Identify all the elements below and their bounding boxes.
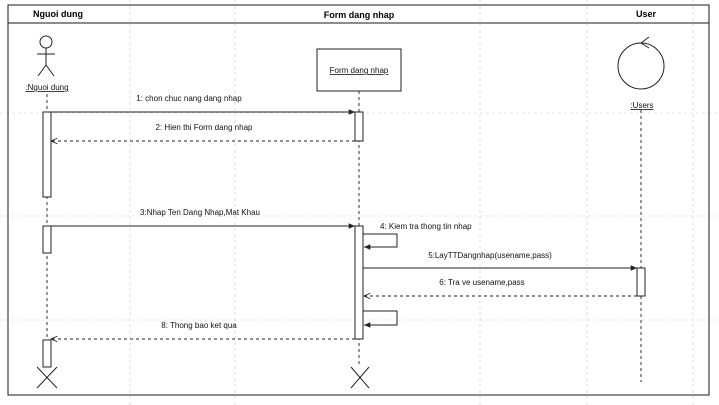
message-3-label: 3:Nhap Ten Dang Nhap,Mat Khau — [140, 208, 260, 217]
activation-user-3 — [42, 339, 52, 368]
message-4-label: 4: Kiem tra thong tin nhap — [380, 222, 472, 231]
lane-title-system: User — [636, 9, 657, 19]
message-6-label: 6: Tra ve usename,pass — [439, 278, 524, 287]
form-object-label: Form dang nhap — [330, 66, 389, 75]
entity-label: :Users — [630, 101, 653, 110]
actor-figure[interactable] — [37, 35, 55, 77]
message-8-label: 8: Thong bao ket qua — [161, 321, 237, 330]
message-4-arrow[interactable] — [363, 233, 398, 250]
activation-form-1 — [354, 111, 364, 142]
sequence-diagram: Nguoi dung Form dang nhap User :Nguoi du… — [0, 0, 719, 405]
activation-user-2 — [42, 225, 52, 254]
destroy-mark-user — [36, 366, 58, 389]
message-5-label: 5:LayTTDangnhap(usename,pass) — [428, 251, 552, 260]
entity-circle-icon[interactable] — [617, 36, 665, 90]
activation-user-1 — [42, 111, 52, 198]
lane-title-form: Form dang nhap — [324, 10, 395, 20]
actor-label: :Nguoi dung — [25, 83, 68, 92]
activation-users-1 — [636, 267, 646, 297]
destroy-mark-form — [350, 366, 370, 389]
lane-title-user: Nguoi dung — [33, 9, 83, 19]
message-1-label: 1: chon chuc nang dang nhap — [136, 94, 242, 103]
message-7-arrow[interactable] — [363, 310, 398, 328]
message-2-label: 2: Hien thi Form dang nhap — [156, 123, 253, 132]
activation-form-2 — [354, 225, 364, 340]
